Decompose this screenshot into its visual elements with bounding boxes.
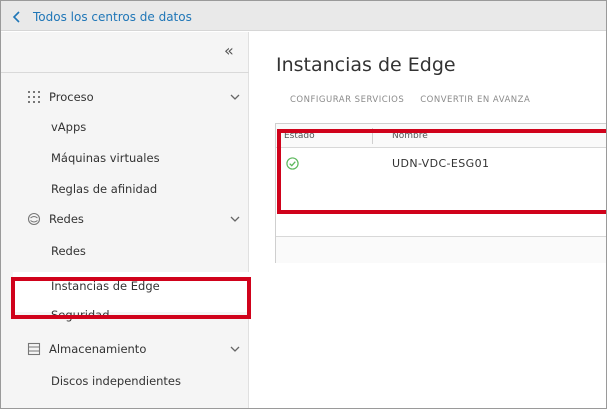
sidebar-group-label: Almacenamiento: [49, 342, 147, 356]
page-title: Instancias de Edge: [276, 54, 456, 76]
sidebar-item-redes[interactable]: Redes: [51, 244, 86, 258]
sidebar-item-reglas-de-afinidad[interactable]: Reglas de afinidad: [51, 182, 157, 196]
sidebar-item-vapps[interactable]: vApps: [51, 120, 86, 134]
top-bar: Todos los centros de datos: [1, 1, 606, 31]
chevron-down-icon: [230, 216, 240, 222]
main-content: Instancias de Edge CONFIGURAR SERVICIOS …: [250, 32, 606, 408]
back-to-datacenters-link[interactable]: Todos los centros de datos: [11, 10, 192, 24]
convertir-en-avanzada-button[interactable]: CONVERTIR EN AVANZA: [420, 95, 530, 105]
chevron-down-icon: [230, 346, 240, 352]
chevron-down-icon: [230, 94, 240, 100]
collapse-sidebar-button[interactable]: «: [224, 41, 234, 60]
grid-icon: [28, 91, 40, 103]
storage-icon: [27, 342, 41, 356]
back-link-label: Todos los centros de datos: [33, 10, 192, 24]
chevron-left-icon: [12, 11, 20, 23]
annotation-highlight-grid: [277, 129, 606, 214]
sidebar-group-almacenamiento[interactable]: Almacenamiento: [1, 334, 249, 364]
configurar-servicios-button[interactable]: CONFIGURAR SERVICIOS: [290, 95, 404, 105]
grid-footer: [276, 236, 606, 263]
sidebar-group-label: Proceso: [49, 90, 94, 104]
app-window: Todos los centros de datos « Proceso vAp…: [0, 0, 607, 409]
sidebar-group-proceso[interactable]: Proceso: [1, 82, 249, 112]
annotation-highlight-sidebar: [11, 277, 251, 319]
action-bar: CONFIGURAR SERVICIOS CONVERTIR EN AVANZA: [290, 95, 530, 105]
sidebar-item-maquinas-virtuales[interactable]: Máquinas virtuales: [51, 151, 160, 165]
sidebar-group-label: Redes: [49, 212, 84, 226]
sidebar-item-discos-independientes[interactable]: Discos independientes: [51, 374, 181, 388]
sidebar-divider: [1, 72, 249, 73]
sidebar: « Proceso vApps Máquinas virtuales Regla…: [1, 32, 250, 408]
sidebar-group-redes[interactable]: Redes: [1, 204, 249, 234]
network-icon: [27, 212, 41, 226]
